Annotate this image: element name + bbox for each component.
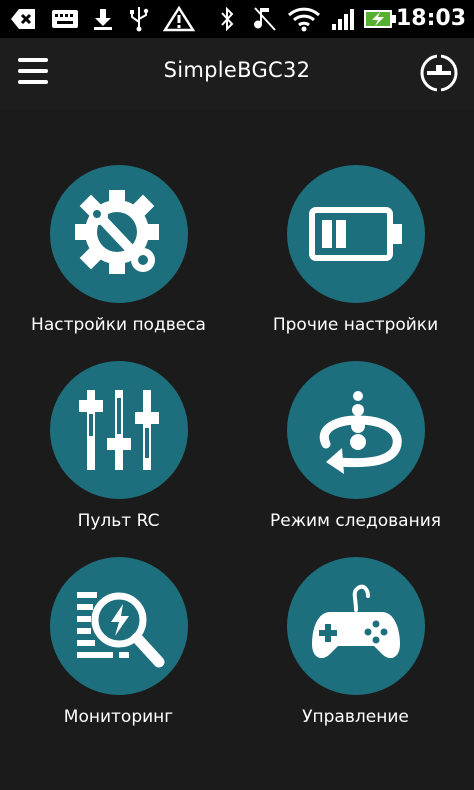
follow-mode-icon xyxy=(286,361,425,499)
app-bar: SimpleBGC32 xyxy=(0,38,474,110)
bluetooth-icon xyxy=(216,6,238,32)
monitoring-magnifier-icon xyxy=(49,557,188,695)
gamepad-icon xyxy=(286,557,425,695)
battery-icon xyxy=(286,165,425,303)
tile-label: Настройки подвеса xyxy=(31,315,206,335)
gear-wrench-icon xyxy=(49,165,188,303)
signal-icon xyxy=(330,6,356,32)
wifi-icon xyxy=(286,6,322,32)
silent-icon xyxy=(252,6,278,32)
keyboard-icon xyxy=(50,6,80,32)
usb-icon xyxy=(126,6,152,32)
tile-rc-remote[interactable]: Пульт RC xyxy=(0,361,237,557)
tile-monitoring[interactable]: Мониторинг xyxy=(0,557,237,753)
battery-charging-icon xyxy=(362,6,398,32)
status-clock: 18:03 xyxy=(395,6,466,31)
tile-label: Управление xyxy=(302,707,409,727)
tile-gimbal-settings[interactable]: Настройки подвеса xyxy=(0,165,237,361)
tile-label: Пульт RC xyxy=(77,511,160,531)
download-icon xyxy=(90,6,116,32)
sliders-icon xyxy=(49,361,188,499)
tile-control[interactable]: Управление xyxy=(237,557,474,753)
tile-other-settings[interactable]: Прочие настройки xyxy=(237,165,474,361)
connection-icon[interactable] xyxy=(418,52,460,94)
tile-label: Режим следования xyxy=(270,511,441,531)
app-title: SimpleBGC32 xyxy=(163,58,311,82)
back-arrow-icon xyxy=(8,6,38,32)
tile-label: Мониторинг xyxy=(63,707,174,727)
tile-follow-mode[interactable]: Режим следования xyxy=(237,361,474,557)
warning-icon xyxy=(162,6,196,32)
status-bar: 18:03 xyxy=(0,0,474,38)
tile-label: Прочие настройки xyxy=(272,315,439,335)
